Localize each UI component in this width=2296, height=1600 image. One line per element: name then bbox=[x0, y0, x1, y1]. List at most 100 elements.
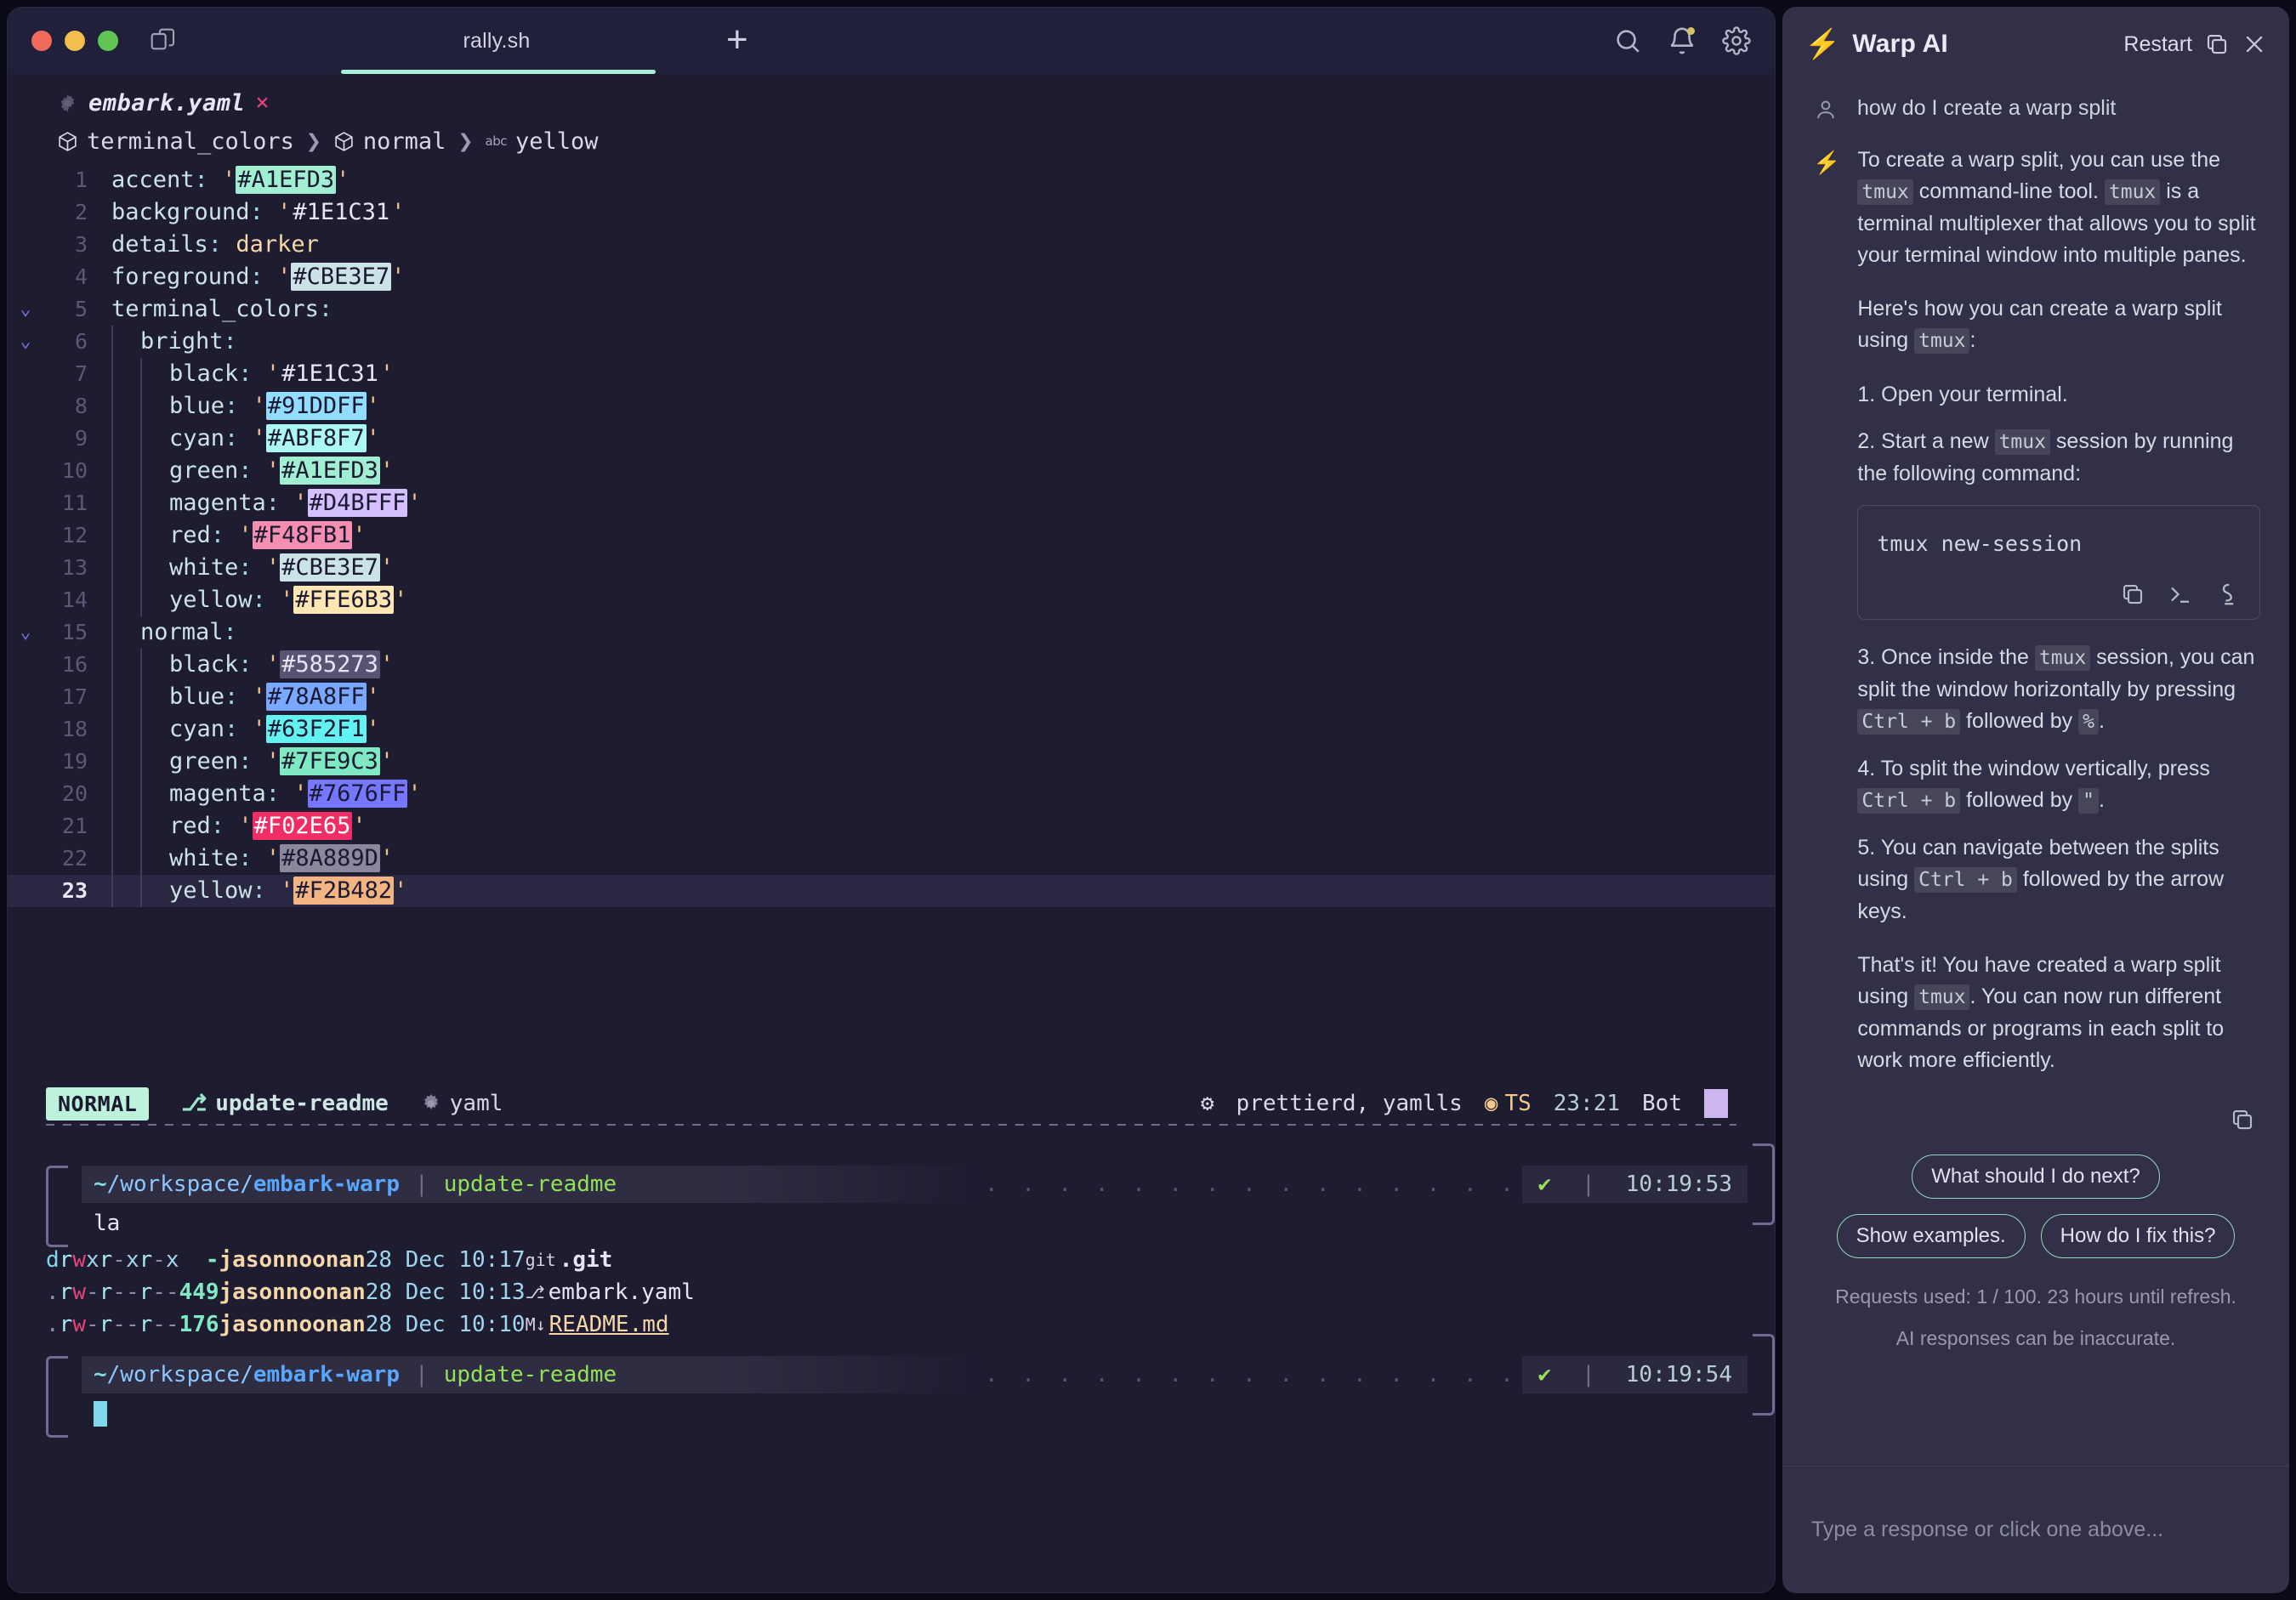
code-editor[interactable]: embark.yaml × terminal_colors ❯ normal ❯… bbox=[8, 74, 1775, 1014]
indent-guide bbox=[111, 423, 113, 456]
terminal-cursor bbox=[94, 1401, 107, 1427]
code-line[interactable]: 9 cyan: '#ABF8F7' bbox=[8, 423, 1775, 456]
gear-icon[interactable] bbox=[1722, 26, 1751, 55]
run-command-icon[interactable] bbox=[2215, 582, 2241, 607]
ai-disclaimer-text: AI responses can be inaccurate. bbox=[1895, 1327, 2176, 1349]
bell-icon[interactable] bbox=[1668, 26, 1696, 55]
bolt-icon: ⚡ bbox=[1804, 28, 1841, 60]
code-line[interactable]: 1 accent: '#A1EFD3' bbox=[8, 164, 1775, 196]
code-line[interactable]: 19 green: '#7FE9C3' bbox=[8, 746, 1775, 779]
code-line[interactable]: 4 foreground: '#CBE3E7' bbox=[8, 261, 1775, 293]
close-icon[interactable] bbox=[2242, 31, 2267, 57]
code-line[interactable]: 18 cyan: '#63F2F1' bbox=[8, 713, 1775, 746]
code-line[interactable]: 12 red: '#F48FB1' bbox=[8, 519, 1775, 553]
indent-guide bbox=[140, 746, 142, 779]
chevron-down-icon[interactable]: ⌄ bbox=[8, 293, 43, 326]
tab-strip: rally.sh + bbox=[178, 8, 1775, 74]
code-line[interactable]: 3 details: darker bbox=[8, 229, 1775, 261]
color-swatch-value: #78A8FF bbox=[265, 682, 367, 711]
code-key: blue bbox=[169, 392, 225, 419]
search-icon[interactable] bbox=[1613, 26, 1642, 55]
ai-step-1: 1. Open your terminal. bbox=[1857, 383, 2068, 406]
code-line[interactable]: 2 background: '#1E1C31' bbox=[8, 196, 1775, 229]
code-line[interactable]: ⌄ 15 normal: bbox=[8, 616, 1775, 650]
status-filetype[interactable]: yaml bbox=[421, 1091, 503, 1116]
ai-input-field[interactable]: Type a response or click one above... bbox=[1782, 1466, 2289, 1593]
code-line[interactable]: 20 magenta: '#7676FF' bbox=[8, 778, 1775, 811]
ai-suggestion-chip-1[interactable]: Show examples. bbox=[1836, 1214, 2026, 1258]
code-key: magenta bbox=[169, 780, 266, 807]
panes-icon[interactable] bbox=[149, 27, 178, 54]
status-divider bbox=[46, 1124, 1736, 1126]
terminal-output[interactable]: ~/workspace/embark-warp | update-readme. .… bbox=[8, 1132, 1775, 1438]
copy-icon[interactable] bbox=[2120, 582, 2145, 607]
chevron-down-icon[interactable]: ⌄ bbox=[8, 326, 43, 358]
quote: ' bbox=[366, 424, 380, 451]
copy-icon[interactable] bbox=[2204, 31, 2230, 57]
tab-rally-sh[interactable]: rally.sh bbox=[331, 8, 662, 74]
close-window-button[interactable] bbox=[31, 31, 52, 51]
code-line[interactable]: 11 magenta: '#D4BFFF' bbox=[8, 487, 1775, 520]
app-root: rally.sh + embark.yaml × terminal_colors… bbox=[0, 0, 2296, 1600]
maximize-window-button[interactable] bbox=[98, 31, 118, 51]
code-key: yellow bbox=[169, 877, 253, 904]
ai-restart-button[interactable]: Restart bbox=[2123, 32, 2192, 57]
indent-guide bbox=[111, 519, 113, 553]
insert-in-terminal-icon[interactable] bbox=[2168, 582, 2193, 607]
terminal-command[interactable]: la bbox=[82, 1203, 1775, 1244]
ai-suggestion-chip-0[interactable]: What should I do next? bbox=[1912, 1155, 2160, 1199]
code-key: terminal_colors bbox=[111, 296, 319, 322]
file-name[interactable]: README.md bbox=[549, 1312, 669, 1337]
chevron-right-icon: ❯ bbox=[305, 126, 321, 156]
code-line[interactable]: 14 yellow: '#FFE6B3' bbox=[8, 584, 1775, 617]
copy-icon[interactable] bbox=[2230, 1107, 2255, 1132]
block-status: ✔ | 10:19:53 bbox=[1522, 1166, 1748, 1203]
breadcrumb-item-0[interactable]: terminal_colors bbox=[87, 128, 294, 155]
code-line[interactable]: 16 black: '#585273' bbox=[8, 649, 1775, 682]
title-bar-actions bbox=[1613, 8, 1751, 74]
status-branch[interactable]: ⎇ update-readme bbox=[181, 1091, 388, 1116]
window-controls bbox=[31, 31, 118, 51]
status-bar: NORMAL ⎇ update-readme yaml ⚙ prettierd,… bbox=[8, 1075, 1775, 1132]
file-name[interactable]: .git bbox=[560, 1247, 613, 1273]
branch-icon: ⎇ bbox=[181, 1091, 207, 1116]
chevron-down-icon[interactable]: ⌄ bbox=[8, 616, 43, 649]
code-line[interactable]: 21 red: '#F02E65' bbox=[8, 810, 1775, 843]
prompt-dir-name: embark-warp bbox=[253, 1172, 401, 1197]
code-colon: : bbox=[223, 327, 237, 355]
code-line[interactable]: 10 green: '#A1EFD3' bbox=[8, 455, 1775, 488]
code-line[interactable]: 13 white: '#CBE3E7' bbox=[8, 552, 1775, 585]
line-number: 4 bbox=[74, 264, 88, 289]
code-line[interactable]: 8 blue: '#91DDFF' bbox=[8, 390, 1775, 423]
code-line-content: white: '#CBE3E7' bbox=[93, 552, 394, 585]
file-date: 28 Dec 10:13 bbox=[365, 1279, 526, 1305]
close-icon[interactable]: × bbox=[255, 91, 269, 114]
terminal-block[interactable]: ~/workspace/embark-warp | update-readme . .… bbox=[46, 1334, 1775, 1438]
inline-code: tmux bbox=[1857, 179, 1913, 205]
breadcrumb-item-2[interactable]: yellow bbox=[515, 128, 599, 155]
new-tab-button[interactable]: + bbox=[726, 21, 748, 59]
code-line[interactable]: 17 blue: '#78A8FF' bbox=[8, 681, 1775, 714]
ai-suggestion-chip-2[interactable]: How do I fix this? bbox=[2040, 1214, 2236, 1258]
ai-closing-paragraph: That's it! You have created a warp split… bbox=[1857, 953, 2225, 1072]
code-line[interactable]: 7 black: '#1E1C31' bbox=[8, 358, 1775, 391]
file-name[interactable]: embark.yaml bbox=[548, 1279, 695, 1305]
code-key: green bbox=[169, 457, 239, 484]
code-key: details bbox=[111, 231, 208, 258]
terminal-command[interactable] bbox=[82, 1393, 1775, 1434]
ai-code-command[interactable]: tmux new-session bbox=[1877, 528, 2241, 559]
code-line[interactable]: 22 white: '#8A889D' bbox=[8, 843, 1775, 876]
code-lines[interactable]: 1 accent: '#A1EFD3' 2 background: '#1E1C31'… bbox=[8, 164, 1775, 908]
code-line[interactable]: ⌄ 5 terminal_colors: bbox=[8, 293, 1775, 326]
breadcrumb-item-1[interactable]: normal bbox=[363, 128, 446, 155]
terminal-block[interactable]: ~/workspace/embark-warp | update-readme . .… bbox=[46, 1143, 1775, 1341]
minimize-window-button[interactable] bbox=[65, 31, 85, 51]
code-line[interactable]: 23 yellow: '#F2B482' bbox=[8, 875, 1775, 908]
color-swatch-value: #F48FB1 bbox=[252, 520, 353, 549]
ai-step-4: 4. To split the window vertically, press… bbox=[1857, 757, 2210, 814]
code-line-content: blue: '#91DDFF' bbox=[93, 390, 380, 423]
code-colon: : bbox=[318, 296, 333, 322]
file-list-row: .rw-r--r-- 176 jasonnoonan 28 Dec 10:10 … bbox=[46, 1312, 669, 1337]
line-number: 2 bbox=[74, 200, 88, 224]
code-line[interactable]: ⌄ 6 bright: bbox=[8, 326, 1775, 359]
